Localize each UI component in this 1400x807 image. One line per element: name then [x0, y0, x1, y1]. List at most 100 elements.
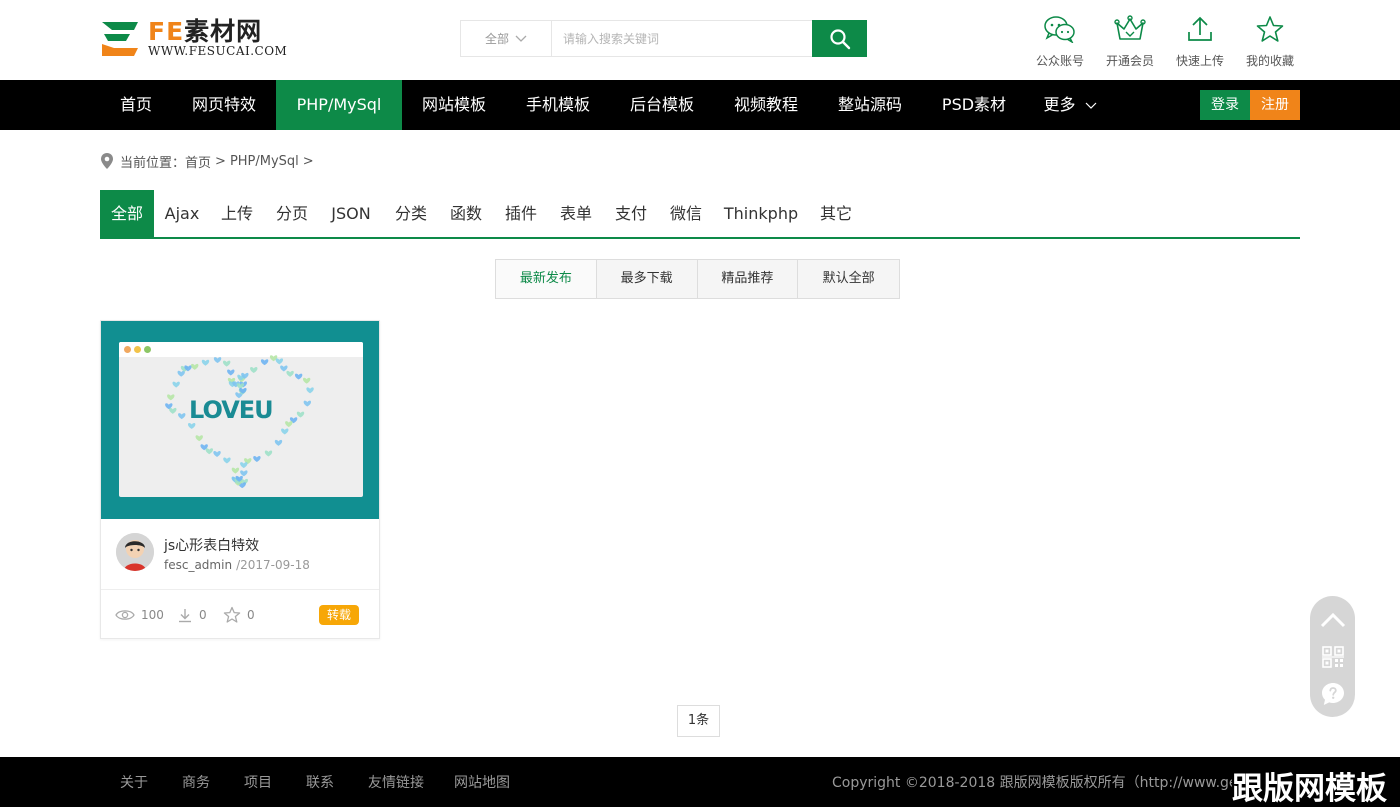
tab-thinkphp[interactable]: Thinkphp [720, 190, 802, 237]
help-chat-icon [1321, 683, 1344, 705]
site-footer: 关于 商务 项目 联系 友情链接 网站地图 Copyright ©2018-20… [0, 757, 1400, 807]
nav-item-more[interactable]: 更多 [1030, 80, 1110, 130]
sort-featured[interactable]: 精品推荐 [698, 260, 799, 298]
login-button[interactable]: 登录 [1200, 90, 1250, 120]
card-title[interactable]: js心形表白特效 [164, 535, 259, 555]
footer-link-friend-links[interactable]: 友情链接 [368, 757, 424, 807]
upload-icon [1188, 16, 1212, 41]
floating-toolbar [1310, 596, 1355, 717]
views-count: 100 [141, 608, 164, 622]
register-button[interactable]: 注册 [1250, 90, 1300, 120]
quick-link-upload[interactable]: 快速上传 [1170, 14, 1230, 69]
search-icon [829, 28, 850, 49]
tab-ajax[interactable]: Ajax [158, 190, 206, 237]
qr-code-icon [1321, 646, 1344, 668]
watermark-text: 跟版网模板 [1232, 771, 1387, 807]
tab-other[interactable]: 其它 [812, 190, 860, 237]
nav-item-admin-templates[interactable]: 后台模板 [610, 80, 714, 130]
quick-link-label: 开通会员 [1105, 54, 1154, 68]
back-to-top-button[interactable] [1310, 602, 1355, 638]
nav-item-site-templates[interactable]: 网站模板 [402, 80, 506, 130]
star-icon [1256, 16, 1284, 42]
favorites-count: 0 [247, 608, 255, 622]
breadcrumb: 当前位置： 首页 > PHP/MySql > [100, 150, 318, 172]
site-logo[interactable]: FE素材网 WWW.FESUCAI.COM [100, 18, 300, 60]
search-button[interactable] [812, 20, 867, 57]
breadcrumb-separator: > [302, 153, 314, 169]
quick-link-label: 快速上传 [1175, 54, 1224, 68]
footer-link-business[interactable]: 商务 [182, 757, 210, 807]
location-pin-icon [100, 152, 114, 170]
logo-brand-text: FE素材网 [148, 17, 263, 46]
pagination-count[interactable]: 1条 [677, 705, 720, 737]
avatar[interactable] [116, 533, 154, 571]
tab-all[interactable]: 全部 [100, 190, 154, 237]
downloads-count: 0 [199, 608, 207, 622]
nav-item-mobile-templates[interactable]: 手机模板 [506, 80, 610, 130]
favorites-stat[interactable]: 0 [223, 605, 255, 625]
tab-payment[interactable]: 支付 [607, 190, 655, 237]
footer-link-contact[interactable]: 联系 [306, 757, 334, 807]
footer-copyright: Copyright ©2018-2018 跟版网模板版权所有（http://ww… [832, 775, 1247, 791]
views-stat: 100 [115, 605, 164, 625]
tab-wechat[interactable]: 微信 [662, 190, 710, 237]
tab-category[interactable]: 分类 [387, 190, 435, 237]
card-thumbnail[interactable]: LOVEU [101, 321, 379, 519]
sort-default-all[interactable]: 默认全部 [798, 260, 899, 298]
quick-link-favorites[interactable]: 我的收藏 [1240, 14, 1300, 69]
footer-link-sitemap[interactable]: 网站地图 [454, 757, 510, 807]
quick-link-label: 公众账号 [1035, 54, 1084, 68]
breadcrumb-separator: > [215, 153, 226, 169]
tab-functions[interactable]: 函数 [442, 190, 490, 237]
tab-plugins[interactable]: 插件 [497, 190, 545, 237]
search-input[interactable] [553, 21, 813, 56]
tab-upload[interactable]: 上传 [213, 190, 261, 237]
wechat-icon [1044, 16, 1075, 43]
breadcrumb-home[interactable]: 首页 [185, 152, 211, 171]
card-divider [101, 589, 379, 590]
footer-link-about[interactable]: 关于 [120, 757, 148, 807]
nav-more-label: 更多 [1043, 95, 1076, 114]
quick-link-wechat[interactable]: 公众账号 [1030, 14, 1090, 69]
category-tabs: 全部 Ajax 上传 分页 JSON 分类 函数 插件 表单 支付 微信 Thi… [100, 190, 1300, 239]
footer-link-projects[interactable]: 项目 [244, 757, 272, 807]
breadcrumb-prefix: 当前位置： [120, 155, 186, 171]
search-category-label: 全部 [484, 32, 509, 46]
breadcrumb-php-mysql[interactable]: PHP/MySql [230, 154, 299, 169]
downloads-stat: 0 [177, 605, 207, 625]
chevron-down-icon [1085, 102, 1096, 109]
resource-card: LOVEU js心形表白特效 fesc_admin/2017-09-18 100… [100, 320, 380, 639]
nav-item-php-mysql[interactable]: PHP/MySql [276, 80, 402, 130]
nav-item-video-tutorials[interactable]: 视频教程 [714, 80, 818, 130]
sort-latest[interactable]: 最新发布 [496, 260, 597, 298]
chevron-down-icon [515, 35, 527, 42]
eye-icon [115, 610, 135, 620]
tab-forms[interactable]: 表单 [552, 190, 600, 237]
download-icon [179, 609, 191, 623]
nav-item-effects[interactable]: 网页特效 [172, 80, 276, 130]
chevron-up-icon [1320, 612, 1345, 628]
search-category-select[interactable]: 全部 [461, 21, 552, 56]
nav-item-site-source[interactable]: 整站源码 [818, 80, 922, 130]
thumbnail-browser-frame: LOVEU [119, 342, 363, 497]
crown-icon [1114, 15, 1146, 40]
nav-item-home[interactable]: 首页 [100, 80, 172, 130]
card-date: /2017-09-18 [236, 558, 310, 572]
repost-badge: 转载 [319, 605, 359, 625]
card-meta: fesc_admin/2017-09-18 [164, 558, 310, 572]
help-button[interactable] [1310, 676, 1355, 712]
quick-link-vip[interactable]: 开通会员 [1100, 14, 1160, 69]
card-author[interactable]: fesc_admin [164, 558, 232, 572]
tab-pagination[interactable]: 分页 [268, 190, 316, 237]
search-bar: 全部 [460, 20, 867, 57]
star-outline-icon [223, 606, 241, 623]
quick-link-label: 我的收藏 [1245, 54, 1294, 68]
qr-code-button[interactable] [1310, 639, 1355, 675]
sort-most-downloads[interactable]: 最多下载 [597, 260, 698, 298]
logo-mark-icon [102, 22, 138, 56]
tab-json[interactable]: JSON [324, 190, 378, 237]
sort-toolbar: 最新发布 最多下载 精品推荐 默认全部 [495, 259, 900, 299]
site-header: FE素材网 WWW.FESUCAI.COM 全部 公众账号 开通会员 快速上传 … [0, 0, 1400, 80]
nav-item-psd[interactable]: PSD素材 [922, 80, 1026, 130]
avatar-icon [116, 533, 154, 571]
